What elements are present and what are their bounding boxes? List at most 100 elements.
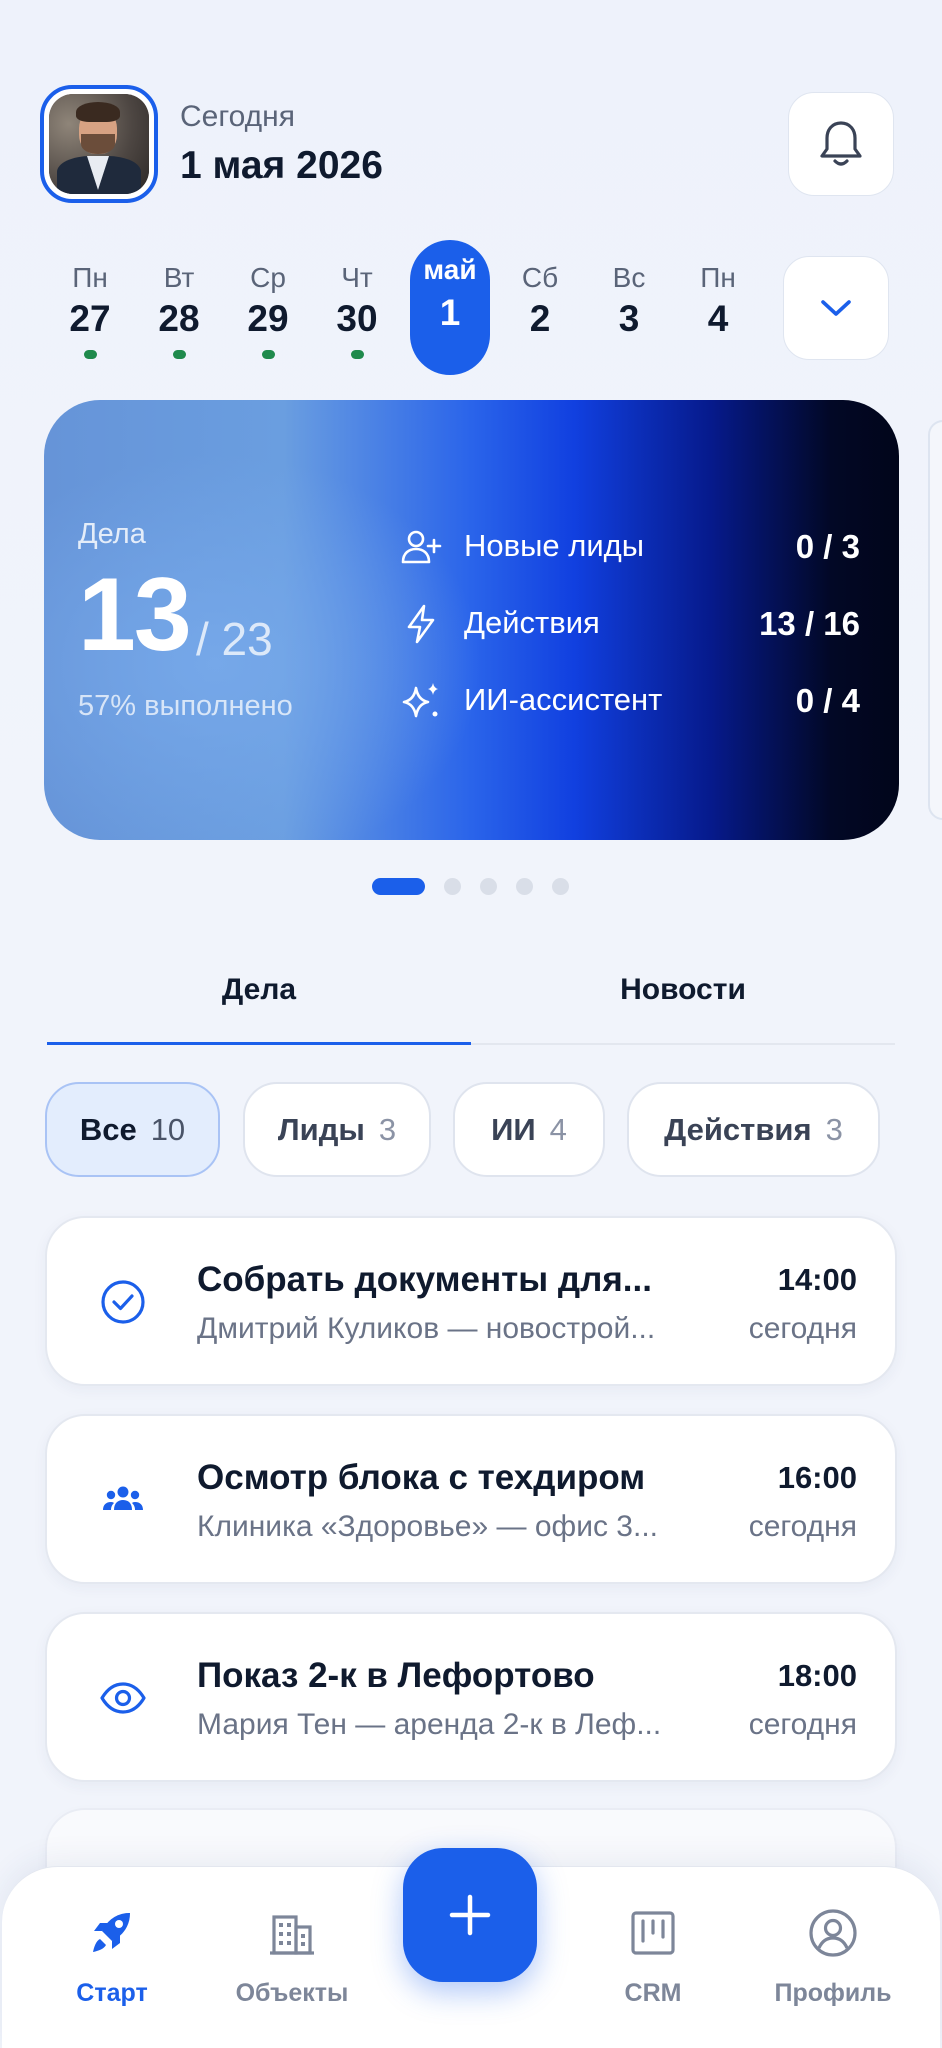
- day-item[interactable]: Ср 29: [228, 240, 308, 375]
- stats-percent: 57% выполнено: [78, 690, 293, 722]
- task-card[interactable]: Осмотр блока с техдиром Клиника «Здоровь…: [45, 1414, 897, 1584]
- task-indicator-dot: [173, 350, 186, 359]
- avatar-photo: [49, 94, 149, 194]
- day-number: 30: [336, 298, 378, 339]
- stat-value: 0 / 4: [795, 682, 860, 719]
- task-indicator-dot: [84, 350, 97, 359]
- day-item[interactable]: Пн 4: [678, 240, 758, 375]
- day-item[interactable]: Вт 28: [139, 240, 219, 375]
- pager-dot[interactable]: [552, 878, 569, 895]
- day-item[interactable]: Пн 27: [50, 240, 130, 375]
- day-name: Сб: [521, 262, 559, 293]
- plus-icon: [449, 1894, 491, 1936]
- task-day: сегодня: [748, 1510, 857, 1543]
- day-item[interactable]: Вс 3: [589, 240, 669, 375]
- day-name: Вс: [612, 262, 646, 293]
- chip-label: ИИ: [491, 1111, 536, 1147]
- nav-objects[interactable]: Объекты: [222, 1907, 362, 2027]
- sparkles-icon: [402, 683, 438, 718]
- filter-chip-ai[interactable]: ИИ 4: [453, 1082, 605, 1177]
- chip-label: Лиды: [277, 1111, 365, 1147]
- day-name: Вт: [163, 262, 195, 293]
- task-indicator-dot: [351, 350, 364, 359]
- task-day: сегодня: [748, 1708, 857, 1741]
- day-name: май: [423, 254, 477, 285]
- stat-label: Действия: [464, 605, 600, 640]
- chevron-down-icon: [821, 300, 851, 316]
- nav-label: CRM: [624, 1979, 682, 2007]
- chip-count: 10: [150, 1111, 186, 1147]
- stats-total-count: / 23: [196, 613, 273, 665]
- chip-count: 3: [825, 1111, 843, 1147]
- pager-dot[interactable]: [480, 878, 497, 895]
- task-title: Осмотр блока с техдиром: [197, 1458, 646, 1497]
- add-button[interactable]: [403, 1848, 537, 1982]
- day-name: Ср: [250, 262, 286, 293]
- day-name: Пн: [700, 262, 736, 293]
- tab-news[interactable]: Новости: [471, 973, 895, 1007]
- stat-label: Новые лиды: [464, 528, 645, 563]
- stat-row-actions: Действия 13 / 16: [400, 597, 860, 647]
- task-card[interactable]: Собрать документы для... Дмитрий Куликов…: [45, 1216, 897, 1386]
- stats-card[interactable]: Дела 13 / 23 57% выполнено Новые лиды 0 …: [44, 400, 899, 840]
- chip-label: Действия: [664, 1111, 812, 1147]
- nav-label: Объекты: [235, 1979, 349, 2007]
- notifications-button[interactable]: [788, 92, 894, 196]
- eye-icon: [100, 1682, 146, 1714]
- chip-count: 3: [378, 1111, 397, 1147]
- expand-calendar-button[interactable]: [783, 256, 889, 360]
- stat-row-leads: Новые лиды 0 / 3: [400, 520, 860, 570]
- stat-row-ai: ИИ-ассистент 0 / 4: [400, 674, 860, 724]
- chip-count: 4: [549, 1111, 567, 1147]
- task-indicator-dot: [262, 350, 275, 359]
- pager-dot[interactable]: [444, 878, 461, 895]
- bell-icon: [820, 121, 862, 166]
- filter-chip-all[interactable]: Все 10: [45, 1082, 220, 1177]
- filter-chip-actions[interactable]: Действия 3: [627, 1082, 880, 1177]
- stats-label: Дела: [78, 518, 146, 550]
- day-number: 27: [69, 298, 111, 339]
- building-icon: [270, 1915, 314, 1955]
- nav-start[interactable]: Старт: [42, 1907, 182, 2027]
- day-number: 4: [707, 298, 729, 339]
- day-name: Пн: [72, 262, 108, 293]
- stat-value: 13 / 16: [759, 605, 860, 642]
- task-card[interactable]: Показ 2-к в Лефортово Мария Тен — аренда…: [45, 1612, 897, 1782]
- filter-chip-leads[interactable]: Лиды 3: [243, 1082, 431, 1177]
- group-icon: [103, 1486, 143, 1510]
- kanban-icon: [631, 1911, 675, 1955]
- day-item[interactable]: Чт 30: [317, 240, 397, 375]
- check-circle-icon: [101, 1280, 145, 1324]
- chip-label: Все: [79, 1111, 137, 1147]
- day-item[interactable]: Сб 2: [500, 240, 580, 375]
- tab-tasks[interactable]: Дела: [47, 973, 471, 1007]
- rocket-icon: [93, 1913, 130, 1952]
- tab-underline: [47, 1042, 471, 1045]
- day-number: 3: [618, 298, 640, 339]
- user-plus-icon: [401, 530, 442, 564]
- stat-label: ИИ-ассистент: [464, 682, 663, 717]
- date-value: 1 мая 2026: [180, 144, 383, 187]
- nav-profile[interactable]: Профиль: [763, 1907, 903, 2027]
- task-title: Показ 2-к в Лефортово: [197, 1656, 595, 1695]
- day-number: 2: [529, 298, 551, 339]
- task-day: сегодня: [748, 1312, 857, 1345]
- task-title: Собрать документы для...: [197, 1260, 652, 1299]
- pager-dot[interactable]: [516, 878, 533, 895]
- user-circle-icon: [809, 1909, 857, 1957]
- day-item-selected[interactable]: май 1: [410, 240, 490, 375]
- pager-dot-active[interactable]: [372, 878, 425, 895]
- stats-done-count: 13: [78, 557, 192, 673]
- stat-value: 0 / 3: [795, 528, 860, 565]
- task-time: 18:00: [777, 1658, 857, 1693]
- nav-label: Профиль: [774, 1979, 892, 2007]
- task-subtitle: Клиника «Здоровье» — офис 3...: [197, 1510, 658, 1543]
- task-subtitle: Дмитрий Куликов — новострой...: [197, 1312, 656, 1345]
- next-card-peek[interactable]: [928, 420, 942, 820]
- nav-crm[interactable]: CRM: [583, 1907, 723, 2027]
- day-name: Чт: [341, 262, 373, 293]
- task-time: 14:00: [777, 1262, 857, 1297]
- tab-bar: Дела Новости: [47, 955, 895, 1045]
- task-time: 16:00: [777, 1460, 857, 1495]
- avatar[interactable]: [40, 85, 158, 203]
